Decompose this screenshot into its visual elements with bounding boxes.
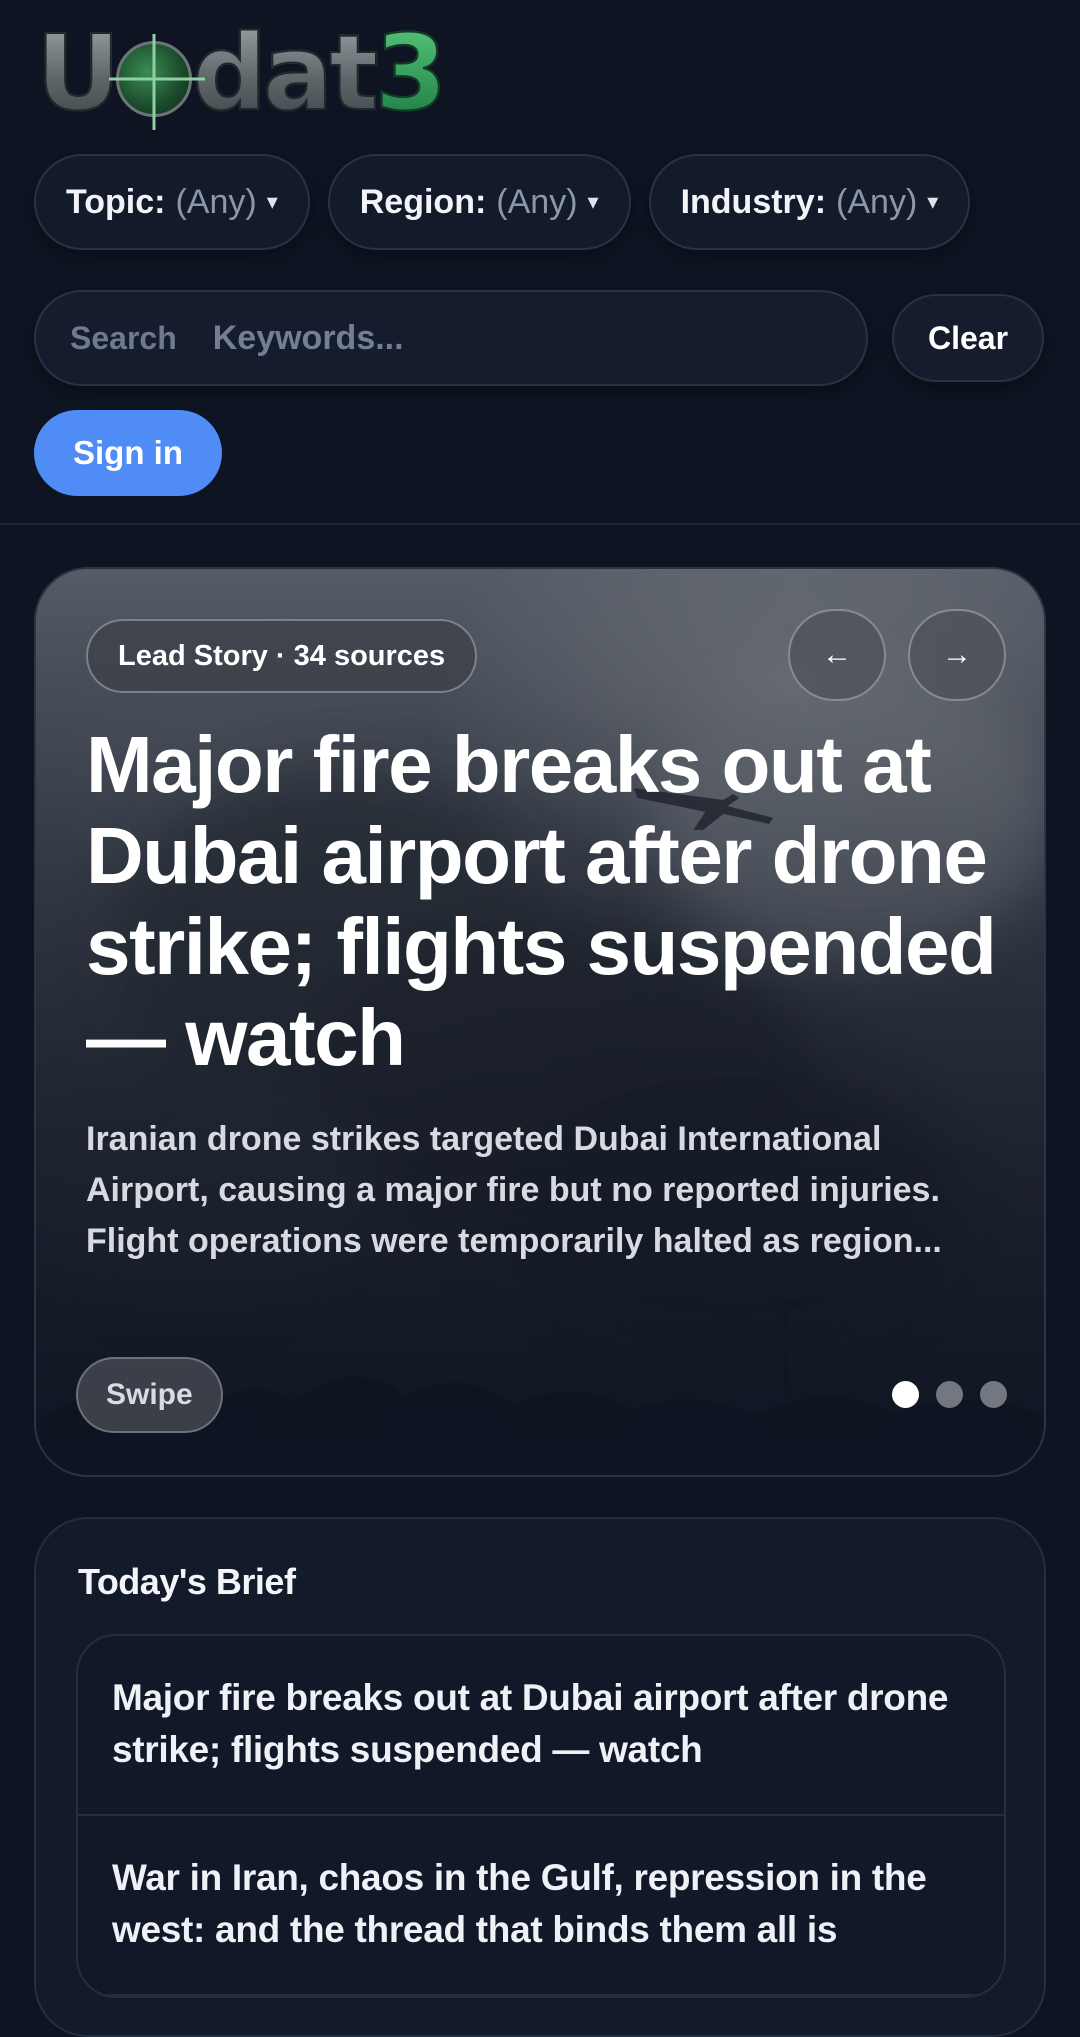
swipe-hint: Swipe	[76, 1357, 223, 1433]
filter-row: Topic: (Any) ▾ Region: (Any) ▾ Industry:…	[34, 154, 971, 250]
logo-text: dat	[191, 12, 379, 134]
previous-story-button[interactable]: ←	[788, 609, 886, 701]
lead-story-card[interactable]: Lead Story · 34 sources ← → Major fire b…	[34, 567, 1046, 1477]
carousel-dot[interactable]	[980, 1381, 1007, 1408]
logo[interactable]: U dat 3	[35, 12, 448, 134]
search-box[interactable]: Search	[34, 290, 868, 386]
industry-filter-dropdown[interactable]: Industry: (Any) ▾	[648, 154, 971, 250]
lead-story-summary: Iranian drone strikes targeted Dubai Int…	[86, 1120, 942, 1260]
brief-item[interactable]: War in Iran, chaos in the Gulf, repressi…	[78, 1816, 1004, 1996]
todays-brief-section: Today's Brief Major fire breaks out at D…	[34, 1517, 1046, 2037]
filter-value: (Any)	[836, 182, 918, 221]
logo-accent: 3	[374, 12, 448, 134]
brief-item[interactable]: Major fire breaks out at Dubai airport a…	[78, 1636, 1004, 1816]
caret-down-icon: ▾	[587, 189, 599, 214]
logo-letter-u: U	[35, 12, 121, 134]
filter-value: (Any)	[175, 182, 257, 221]
filter-value: (Any)	[496, 182, 578, 221]
carousel-dots	[892, 1381, 1007, 1408]
lead-story-badge: Lead Story · 34 sources	[86, 619, 478, 693]
search-input[interactable]	[210, 317, 832, 359]
caret-down-icon: ▾	[266, 189, 278, 214]
filter-label: Region:	[359, 182, 487, 221]
carousel-dot[interactable]	[892, 1381, 919, 1408]
next-story-button[interactable]: →	[908, 609, 1006, 701]
arrow-right-icon: →	[942, 638, 972, 671]
top-header: U dat 3 Topic: (Any) ▾ Region: (Any) ▾ I…	[0, 0, 1080, 525]
filter-label: Industry:	[680, 182, 827, 221]
brief-list: Major fire breaks out at Dubai airport a…	[76, 1634, 1006, 1998]
carousel-dot[interactable]	[936, 1381, 963, 1408]
clear-button[interactable]: Clear	[892, 294, 1044, 382]
section-title: Today's Brief	[78, 1561, 296, 1602]
caret-down-icon: ▾	[927, 189, 939, 214]
filter-label: Topic:	[66, 182, 166, 221]
arrow-left-icon: ←	[822, 638, 852, 671]
topic-filter-dropdown[interactable]: Topic: (Any) ▾	[34, 154, 310, 250]
globe-icon	[116, 41, 193, 117]
region-filter-dropdown[interactable]: Region: (Any) ▾	[327, 154, 631, 250]
lead-story-title[interactable]: Major fire breaks out at Dubai airport a…	[86, 719, 1016, 1083]
sign-in-button[interactable]: Sign in	[34, 410, 222, 496]
search-label: Search	[70, 319, 177, 356]
